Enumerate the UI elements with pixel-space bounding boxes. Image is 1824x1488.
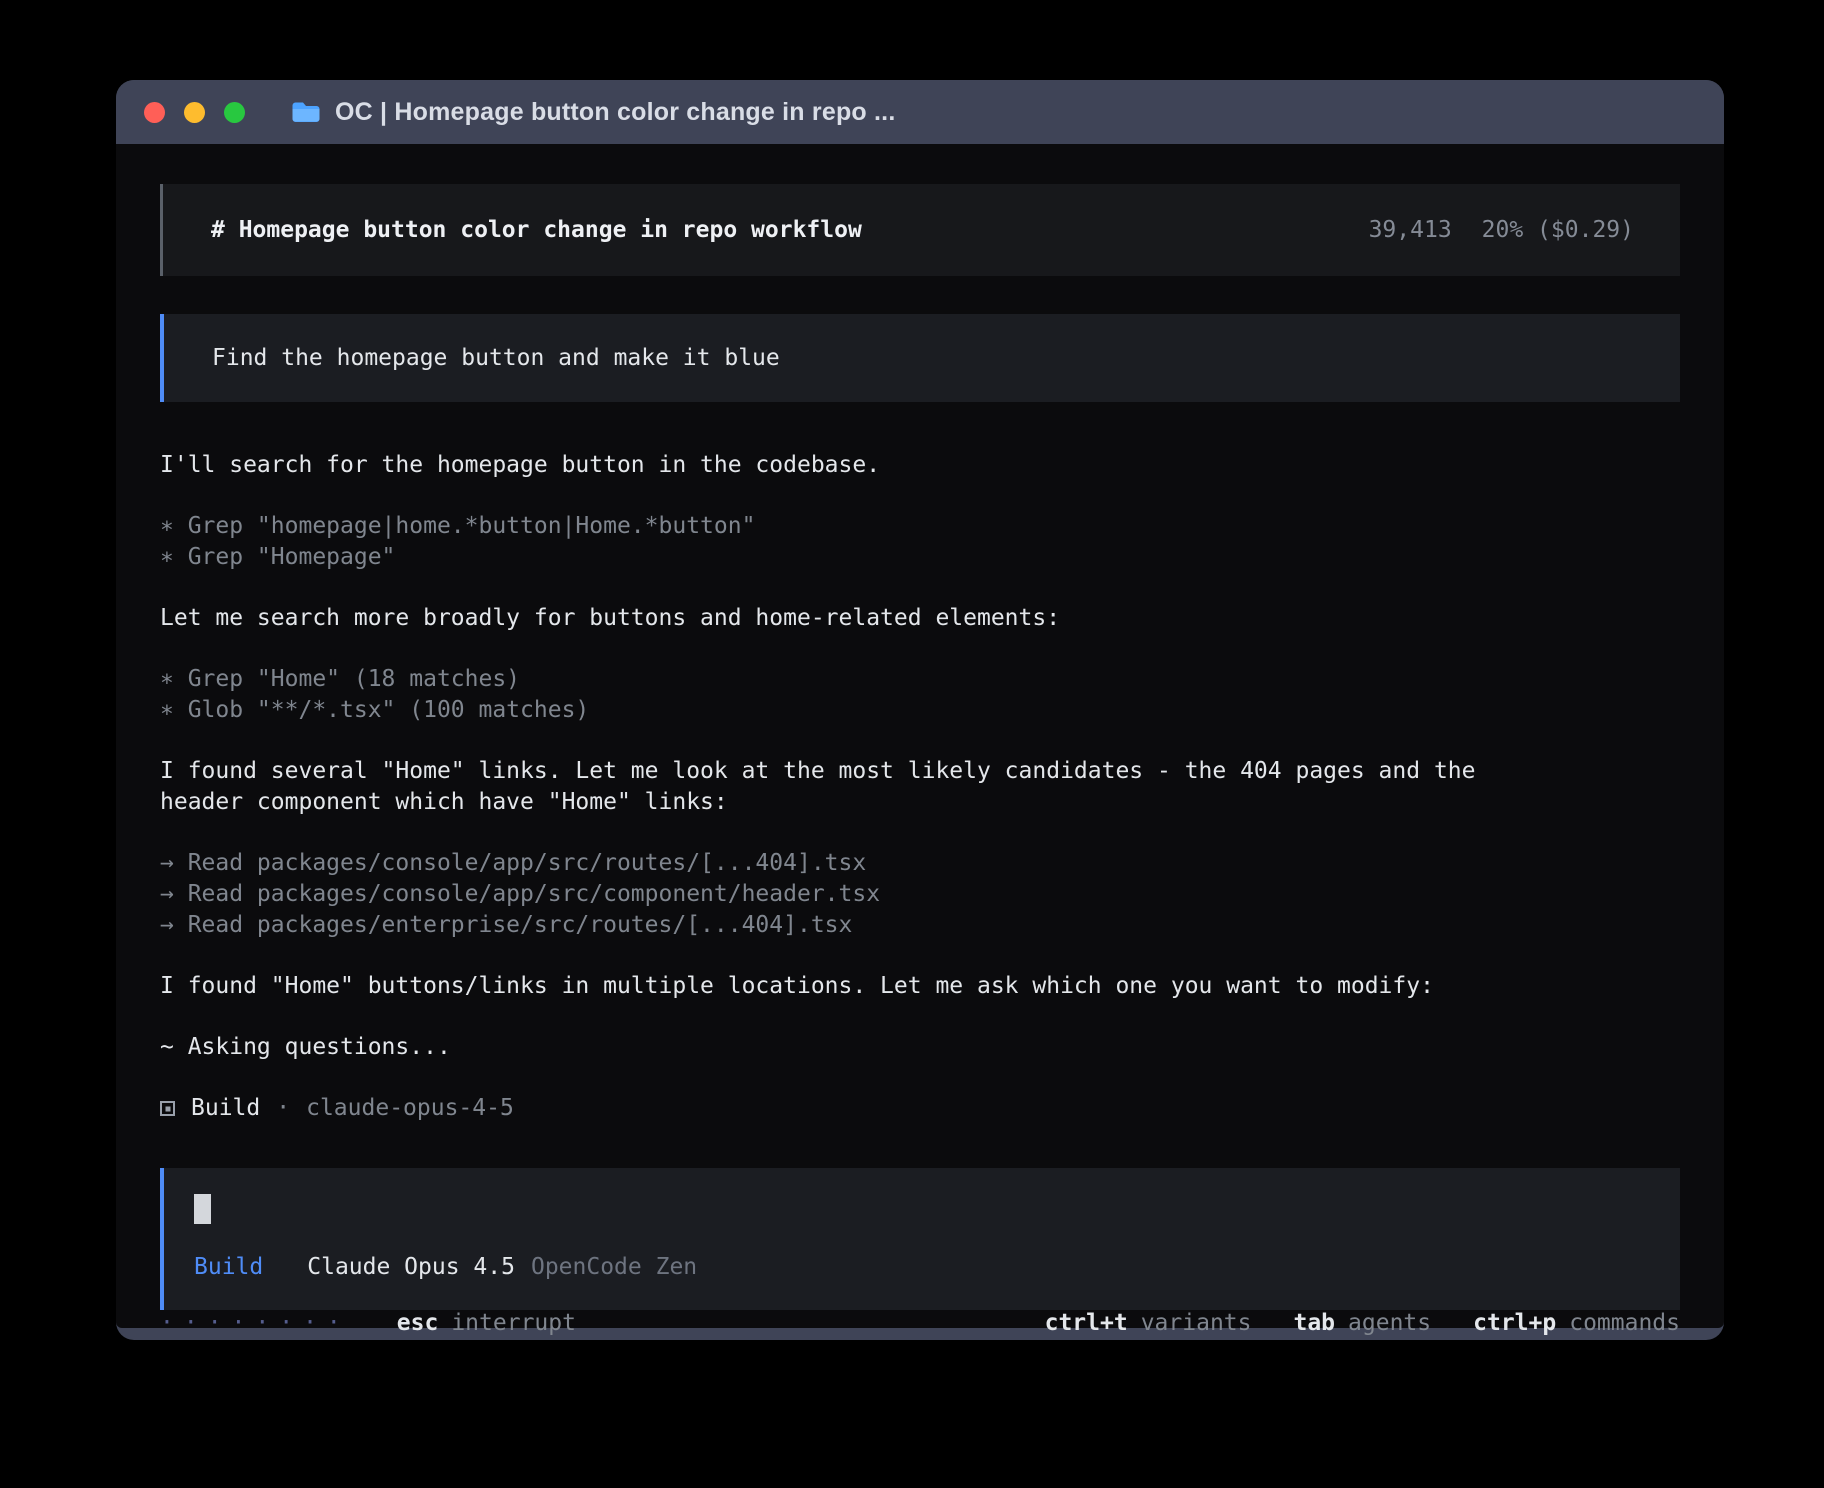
interrupt-label: interrupt (451, 1310, 576, 1336)
titlebar[interactable]: OC | Homepage button color change in rep… (116, 80, 1724, 144)
terminal-content: # Homepage button color change in repo w… (116, 144, 1724, 1328)
tool-call-read: → Read packages/console/app/src/routes/[… (160, 848, 1510, 879)
status-bar-left: ········ esc interrupt (160, 1310, 576, 1336)
agent-name: Build (191, 1093, 260, 1124)
zoom-button[interactable] (224, 102, 245, 123)
session-header: # Homepage button color change in repo w… (160, 184, 1680, 276)
ctrl-p-key-label: ctrl+p (1473, 1310, 1556, 1336)
close-button[interactable] (144, 102, 165, 123)
agent-mode-badge[interactable]: Build (194, 1254, 263, 1280)
tool-call-group: ∗ Grep "Home" (18 matches) ∗ Glob "**/*.… (160, 664, 1680, 726)
assistant-paragraph: Let me search more broadly for buttons a… (160, 603, 1680, 634)
token-count: 39,413 (1369, 217, 1452, 243)
window-title: OC | Homepage button color change in rep… (335, 98, 895, 127)
tool-call-grep: ∗ Grep "Homepage" (160, 542, 1510, 573)
title-group: OC | Homepage button color change in rep… (291, 98, 895, 127)
variants-label: variants (1141, 1310, 1252, 1336)
session-stats: 39,413 20% ($0.29) (1369, 217, 1634, 243)
model-name: Claude Opus 4.5 (307, 1254, 515, 1280)
spinner-dots: ········ (160, 1310, 351, 1336)
tab-key-label: tab (1293, 1310, 1335, 1336)
folder-icon (291, 100, 321, 124)
agents-hint: tab agents (1293, 1310, 1431, 1336)
tool-call-read: → Read packages/enterprise/src/routes/[.… (160, 910, 1510, 941)
user-message: Find the homepage button and make it blu… (160, 314, 1680, 402)
agent-separator: · (276, 1093, 290, 1124)
assistant-text: I found "Home" buttons/links in multiple… (160, 971, 1510, 1002)
ctrl-t-key-label: ctrl+t (1045, 1310, 1128, 1336)
assistant-paragraph: I found "Home" buttons/links in multiple… (160, 971, 1680, 1002)
assistant-text: Let me search more broadly for buttons a… (160, 603, 1510, 634)
tool-call-grep: ∗ Grep "Home" (18 matches) (160, 664, 1510, 695)
assistant-text: I found several "Home" links. Let me loo… (160, 756, 1510, 818)
agents-label: agents (1348, 1310, 1431, 1336)
terminal-window: OC | Homepage button color change in rep… (116, 80, 1724, 1340)
commands-label: commands (1569, 1310, 1680, 1336)
esc-key-label: esc (397, 1310, 439, 1336)
provider-name: OpenCode Zen (531, 1254, 697, 1280)
tool-call-grep: ∗ Grep "homepage|home.*button|Home.*butt… (160, 511, 1510, 542)
commands-hint: ctrl+p commands (1473, 1310, 1680, 1336)
traffic-lights (144, 102, 245, 123)
assistant-paragraph: I found several "Home" links. Let me loo… (160, 756, 1680, 818)
agent-model: claude-opus-4-5 (306, 1093, 514, 1124)
tool-call-group: ∗ Grep "homepage|home.*button|Home.*butt… (160, 511, 1680, 573)
interrupt-hint: esc interrupt (397, 1310, 576, 1336)
status-bar: ········ esc interrupt ctrl+t variants tab… (160, 1310, 1680, 1336)
tool-call-group: → Read packages/console/app/src/routes/[… (160, 848, 1680, 941)
prompt-input[interactable]: Build Claude Opus 4.5 OpenCode Zen (160, 1168, 1680, 1310)
asking-questions-text: ~ Asking questions... (160, 1032, 1510, 1063)
agent-status-line: Build · claude-opus-4-5 (160, 1093, 1680, 1124)
assistant-paragraph: I'll search for the homepage button in t… (160, 450, 1680, 481)
tool-call-read: → Read packages/console/app/src/componen… (160, 879, 1510, 910)
text-cursor (194, 1194, 211, 1224)
tool-call-glob: ∗ Glob "**/*.tsx" (100 matches) (160, 695, 1510, 726)
status-line: ~ Asking questions... (160, 1032, 1680, 1063)
assistant-text: I'll search for the homepage button in t… (160, 450, 1510, 481)
session-title: # Homepage button color change in repo w… (211, 217, 862, 243)
agent-icon (160, 1101, 175, 1116)
status-bar-right: ctrl+t variants tab agents ctrl+p commands (1045, 1310, 1680, 1336)
minimize-button[interactable] (184, 102, 205, 123)
context-usage: 20% ($0.29) (1482, 217, 1634, 243)
variants-hint: ctrl+t variants (1045, 1310, 1252, 1336)
user-message-text: Find the homepage button and make it blu… (212, 345, 780, 371)
input-footer: Build Claude Opus 4.5 OpenCode Zen (194, 1254, 1650, 1280)
